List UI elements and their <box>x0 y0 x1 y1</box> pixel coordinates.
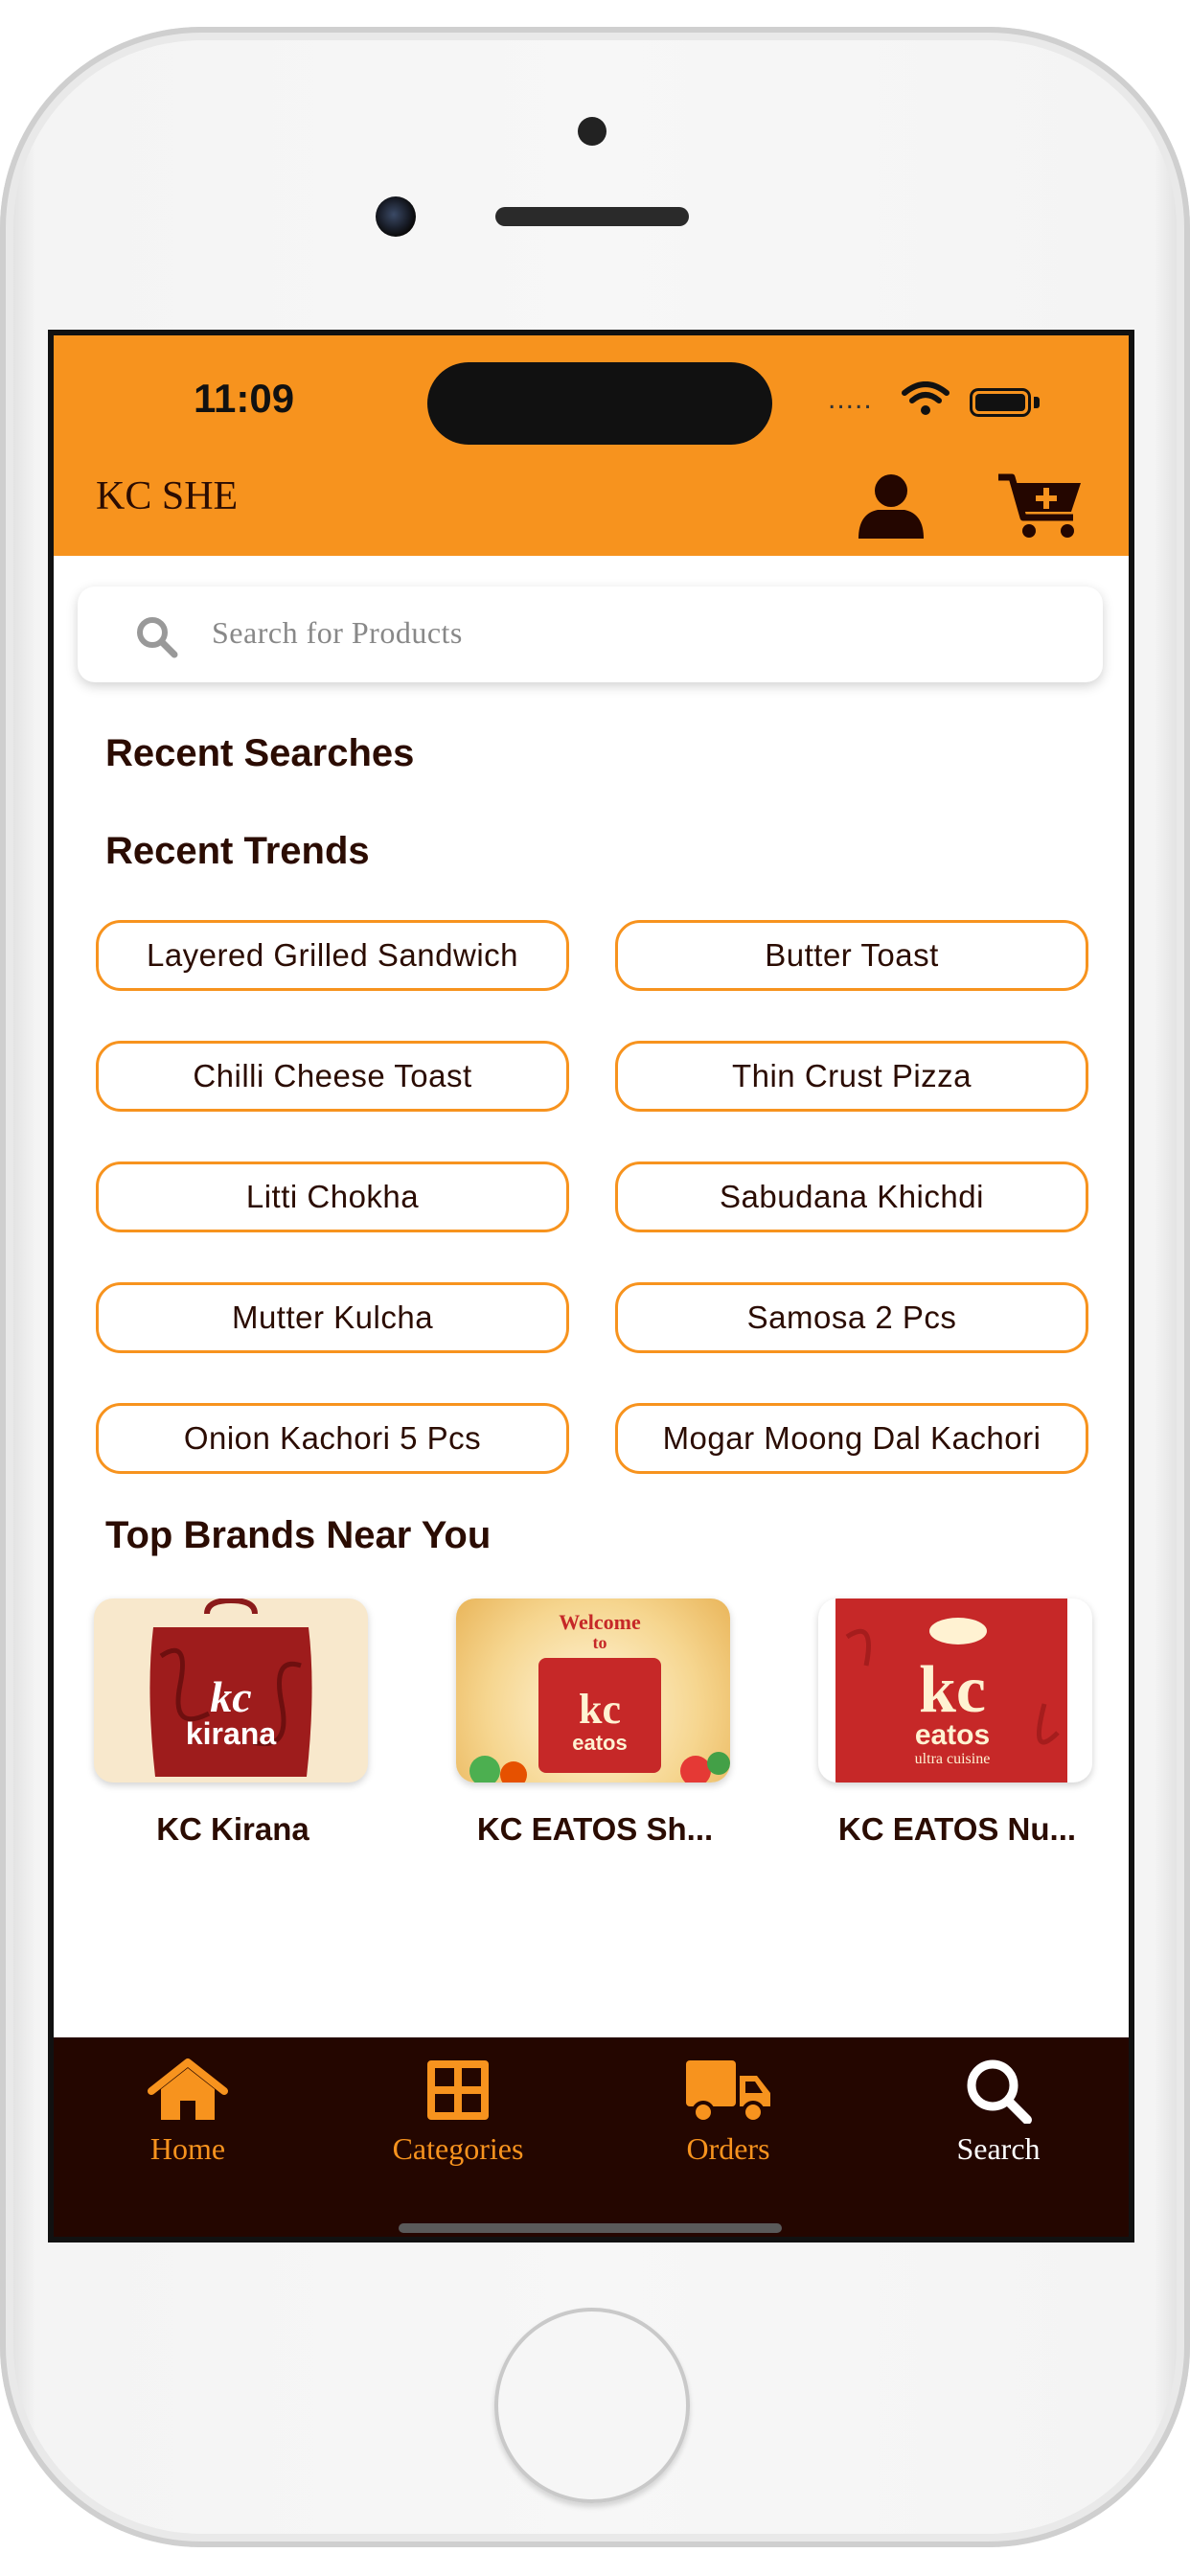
svg-text:kc: kc <box>919 1653 986 1727</box>
eatos-ultra-logo: kc eatos ultra cuisine <box>835 1598 1067 1782</box>
top-brands-heading: Top Brands Near You <box>105 1514 492 1556</box>
brand-card-kc-eatos-nu[interactable]: kc eatos ultra cuisine KC EATOS Nu... <box>818 1598 1096 1847</box>
nav-home[interactable]: Home <box>92 2057 284 2181</box>
user-icon[interactable] <box>857 472 926 540</box>
dynamic-island <box>427 362 772 445</box>
wifi-icon <box>902 381 950 415</box>
svg-text:eatos: eatos <box>915 1719 990 1751</box>
grid-icon <box>427 2060 489 2120</box>
nav-categories[interactable]: Categories <box>362 2057 554 2181</box>
signal-icon: ..... <box>828 383 873 415</box>
eatos-welcome-logo: Welcome to kc eatos <box>469 1610 730 1782</box>
svg-text:to: to <box>593 1633 607 1652</box>
status-time: 11:09 <box>194 376 295 421</box>
recent-trends-heading: Recent Trends <box>105 830 370 872</box>
svg-text:ultra cuisine: ultra cuisine <box>915 1751 991 1767</box>
brand-card-kc-kirana[interactable]: kc kirana KC Kirana <box>94 1598 372 1847</box>
svg-text:kc: kc <box>579 1686 621 1733</box>
trend-chip[interactable]: Mogar Moong Dal Kachori <box>615 1403 1088 1474</box>
kirana-bag-logo: kc kirana <box>149 1598 312 1777</box>
trend-chip[interactable]: Samosa 2 Pcs <box>615 1282 1088 1353</box>
front-sensor <box>578 117 606 146</box>
nav-home-label: Home <box>149 2131 226 2166</box>
brand-logo: kc eatos ultra cuisine <box>818 1598 1092 1782</box>
brand-logo: kc kirana <box>94 1598 368 1782</box>
svg-text:kirana: kirana <box>186 1716 276 1751</box>
trend-chip[interactable]: Litti Chokha <box>96 1162 569 1232</box>
nav-orders[interactable]: Orders <box>632 2057 824 2181</box>
nav-search-label: Search <box>956 2131 1041 2166</box>
trend-chip[interactable]: Onion Kachori 5 Pcs <box>96 1403 569 1474</box>
trend-chip[interactable]: Butter Toast <box>615 920 1088 991</box>
home-hardware-button[interactable] <box>494 2308 690 2503</box>
app-screen: 11:09 ..... KC SHE Search for Products R… <box>48 330 1134 2242</box>
search-icon <box>137 617 178 658</box>
brand-name: KC EATOS Nu... <box>837 1811 1077 1847</box>
search-input[interactable]: Search for Products <box>212 615 463 651</box>
home-icon <box>148 2058 228 2120</box>
earpiece-speaker <box>495 207 689 226</box>
trend-chip[interactable]: Mutter Kulcha <box>96 1282 569 1353</box>
search-icon <box>967 2059 1032 2124</box>
svg-text:kc: kc <box>210 1672 251 1721</box>
nav-categories-label: Categories <box>392 2131 524 2166</box>
truck-icon <box>686 2060 770 2124</box>
app-title: KC SHE <box>96 474 239 518</box>
battery-tip <box>1034 397 1040 408</box>
recent-searches-heading: Recent Searches <box>105 732 415 774</box>
svg-text:Welcome: Welcome <box>559 1610 641 1634</box>
trend-chip[interactable]: Sabudana Khichdi <box>615 1162 1088 1232</box>
search-bar[interactable]: Search for Products <box>78 586 1103 682</box>
brand-card-kc-eatos-sh[interactable]: Welcome to kc eatos KC EATOS Sh... <box>456 1598 734 1847</box>
svg-text:eatos: eatos <box>572 1731 627 1755</box>
bottom-nav: Home Categories Orders Search <box>54 2037 1129 2237</box>
brand-name: KC Kirana <box>156 1811 309 1847</box>
battery-icon <box>970 388 1031 417</box>
trend-chip[interactable]: Thin Crust Pizza <box>615 1041 1088 1112</box>
app-header: 11:09 ..... KC SHE <box>54 335 1129 556</box>
nav-search[interactable]: Search <box>903 2057 1094 2181</box>
trend-chip[interactable]: Chilli Cheese Toast <box>96 1041 569 1112</box>
brand-name: KC EATOS Sh... <box>476 1811 714 1847</box>
home-indicator[interactable] <box>399 2223 782 2233</box>
trend-chip[interactable]: Layered Grilled Sandwich <box>96 920 569 991</box>
nav-orders-label: Orders <box>686 2131 770 2166</box>
cart-plus-icon[interactable] <box>996 472 1085 540</box>
front-camera <box>376 196 416 237</box>
brand-logo: Welcome to kc eatos <box>456 1598 730 1782</box>
